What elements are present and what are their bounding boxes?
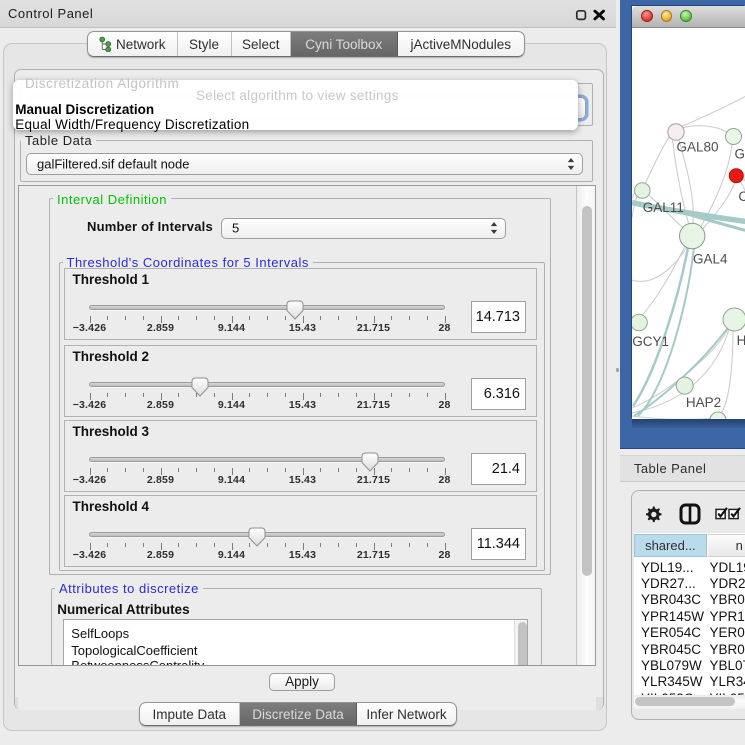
svg-text:GCY1: GCY1: [632, 333, 669, 348]
svg-text:GAL80: GAL80: [676, 139, 718, 154]
svg-text:C: C: [738, 189, 745, 204]
svg-text:G...: G...: [734, 146, 745, 161]
svg-text:H: H: [736, 333, 745, 348]
svg-text:GAL4: GAL4: [693, 251, 728, 266]
svg-text:HAP2: HAP2: [685, 394, 720, 409]
svg-text:GAL11: GAL11: [642, 200, 683, 215]
